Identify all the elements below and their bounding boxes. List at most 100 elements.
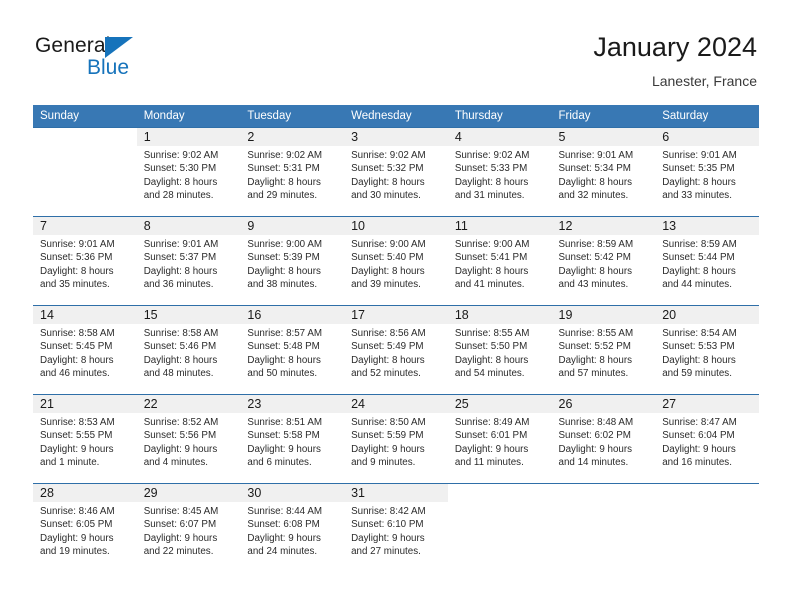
day-number [552,484,656,502]
day-cell[interactable]: 19 Sunrise: 8:55 AM Sunset: 5:52 PM Dayli… [551,305,656,395]
day-cell[interactable]: 11 Sunrise: 9:00 AM Sunset: 5:41 PM Dayli… [447,216,552,306]
day-cell[interactable]: 20 Sunrise: 8:54 AM Sunset: 5:53 PM Dayli… [655,305,759,395]
logo-flag-icon [105,37,133,58]
day-cell-inner: 25 Sunrise: 8:49 AM Sunset: 6:01 PM Dayli… [447,395,552,483]
day-cell[interactable]: 26 Sunrise: 8:48 AM Sunset: 6:02 PM Dayli… [551,394,656,484]
sun-info-text [552,502,656,505]
day-number: 15 [136,306,241,324]
sun-info-text: Sunrise: 8:55 AM Sunset: 5:52 PM Dayligh… [558,328,634,380]
day-cell-inner: 1 Sunrise: 9:02 AM Sunset: 5:30 PM Daylig… [136,128,241,216]
day-number: 16 [240,306,345,324]
calendar-body: 1 Sunrise: 9:02 AM Sunset: 5:30 PM Daylig… [33,127,759,572]
day-number: 18 [447,306,552,324]
sun-info-text: Sunrise: 8:42 AM Sunset: 6:10 PM Dayligh… [351,506,426,558]
sun-info-text: Sunrise: 8:58 AM Sunset: 5:45 PM Dayligh… [40,328,115,380]
sun-info-text: Sunrise: 9:02 AM Sunset: 5:32 PM Dayligh… [351,150,426,202]
day-cell-inner: 4 Sunrise: 9:02 AM Sunset: 5:33 PM Daylig… [447,128,552,216]
day-cell-empty [655,483,759,572]
day-cell-inner: 16 Sunrise: 8:57 AM Sunset: 5:48 PM Dayli… [240,306,345,394]
sun-info-text: Sunrise: 8:48 AM Sunset: 6:02 PM Dayligh… [558,417,634,469]
sun-info-text: Sunrise: 8:51 AM Sunset: 5:58 PM Dayligh… [247,417,323,469]
day-cell[interactable]: 25 Sunrise: 8:49 AM Sunset: 6:01 PM Dayli… [447,394,552,484]
day-number: 11 [447,217,552,235]
day-number: 13 [655,217,759,235]
day-cell-inner: 14 Sunrise: 8:58 AM Sunset: 5:45 PM Dayli… [33,306,137,394]
day-cell-inner: 8 Sunrise: 9:01 AM Sunset: 5:37 PM Daylig… [136,217,241,305]
day-number [448,484,552,502]
day-cell-inner: 24 Sunrise: 8:50 AM Sunset: 5:59 PM Dayli… [344,395,448,483]
day-cell[interactable]: 22 Sunrise: 8:52 AM Sunset: 5:56 PM Dayli… [136,394,241,484]
day-cell[interactable]: 17 Sunrise: 8:56 AM Sunset: 5:49 PM Dayli… [344,305,448,395]
day-cell[interactable]: 21 Sunrise: 8:53 AM Sunset: 5:55 PM Dayli… [33,394,137,484]
sun-info-text: Sunrise: 9:01 AM Sunset: 5:35 PM Dayligh… [662,150,737,202]
day-cell[interactable]: 15 Sunrise: 8:58 AM Sunset: 5:46 PM Dayli… [136,305,241,395]
day-cell[interactable]: 30 Sunrise: 8:44 AM Sunset: 6:08 PM Dayli… [240,483,345,572]
day-cell[interactable]: 8 Sunrise: 9:01 AM Sunset: 5:37 PM Daylig… [136,216,241,306]
sun-info-text: Sunrise: 8:56 AM Sunset: 5:49 PM Dayligh… [351,328,426,380]
page-subtitle-location: Lanester, France [651,73,757,89]
sun-info-text: Sunrise: 8:49 AM Sunset: 6:01 PM Dayligh… [454,417,530,469]
day-number: 5 [551,128,656,146]
weekday-header-thursday: Thursday [447,105,552,128]
day-cell[interactable]: 2 Sunrise: 9:02 AM Sunset: 5:31 PM Daylig… [240,127,345,217]
day-cell-inner: 19 Sunrise: 8:55 AM Sunset: 5:52 PM Dayli… [551,306,656,394]
sun-info-text: Sunrise: 8:54 AM Sunset: 5:53 PM Dayligh… [662,328,737,380]
day-cell[interactable]: 1 Sunrise: 9:02 AM Sunset: 5:30 PM Daylig… [136,127,241,217]
calendar-table: Sunday Monday Tuesday Wednesday Thursday Frid… [33,105,759,572]
day-cell[interactable]: 5 Sunrise: 9:01 AM Sunset: 5:34 PM Daylig… [551,127,656,217]
day-number: 19 [551,306,656,324]
day-cell[interactable]: 31 Sunrise: 8:42 AM Sunset: 6:10 PM Dayli… [344,483,448,572]
day-cell-inner: 18 Sunrise: 8:55 AM Sunset: 5:50 PM Dayli… [447,306,552,394]
day-cell-inner: 11 Sunrise: 9:00 AM Sunset: 5:41 PM Dayli… [447,217,552,305]
logo-text-general: General [35,34,111,57]
day-cell[interactable]: 12 Sunrise: 8:59 AM Sunset: 5:42 PM Dayli… [551,216,656,306]
day-cell-inner: 31 Sunrise: 8:42 AM Sunset: 6:10 PM Dayli… [344,484,448,572]
day-cell[interactable]: 27 Sunrise: 8:47 AM Sunset: 6:04 PM Dayli… [655,394,759,484]
day-number: 30 [240,484,345,502]
day-cell[interactable]: 28 Sunrise: 8:46 AM Sunset: 6:05 PM Dayli… [33,483,137,572]
day-cell-inner: 3 Sunrise: 9:02 AM Sunset: 5:32 PM Daylig… [344,128,448,216]
calendar-week-row: 1 Sunrise: 9:02 AM Sunset: 5:30 PM Daylig… [33,127,759,217]
day-cell[interactable]: 3 Sunrise: 9:02 AM Sunset: 5:32 PM Daylig… [344,127,448,217]
day-number: 29 [136,484,241,502]
calendar-week-row: 21 Sunrise: 8:53 AM Sunset: 5:55 PM Dayli… [33,394,759,484]
sun-info-text: Sunrise: 8:50 AM Sunset: 5:59 PM Dayligh… [351,417,426,469]
day-cell-inner [448,484,552,572]
day-cell[interactable]: 13 Sunrise: 8:59 AM Sunset: 5:44 PM Dayli… [655,216,759,306]
day-number: 21 [33,395,137,413]
day-number: 20 [655,306,759,324]
day-number: 7 [33,217,137,235]
day-cell[interactable]: 4 Sunrise: 9:02 AM Sunset: 5:33 PM Daylig… [447,127,552,217]
weekday-header-sunday: Sunday [33,105,137,128]
day-cell[interactable]: 10 Sunrise: 9:00 AM Sunset: 5:40 PM Dayli… [344,216,448,306]
day-cell[interactable]: 6 Sunrise: 9:01 AM Sunset: 5:35 PM Daylig… [655,127,759,217]
day-cell[interactable]: 24 Sunrise: 8:50 AM Sunset: 5:59 PM Dayli… [344,394,448,484]
day-cell[interactable]: 18 Sunrise: 8:55 AM Sunset: 5:50 PM Dayli… [447,305,552,395]
day-number: 23 [240,395,345,413]
sun-info-text: Sunrise: 9:00 AM Sunset: 5:41 PM Dayligh… [454,239,530,291]
sun-info-text: Sunrise: 8:46 AM Sunset: 6:05 PM Dayligh… [40,506,115,558]
day-cell[interactable]: 14 Sunrise: 8:58 AM Sunset: 5:45 PM Dayli… [33,305,137,395]
day-cell-inner: 29 Sunrise: 8:45 AM Sunset: 6:07 PM Dayli… [136,484,241,572]
day-cell[interactable]: 23 Sunrise: 8:51 AM Sunset: 5:58 PM Dayli… [240,394,345,484]
day-cell[interactable]: 7 Sunrise: 9:01 AM Sunset: 5:36 PM Daylig… [33,216,137,306]
day-cell-inner: 13 Sunrise: 8:59 AM Sunset: 5:44 PM Dayli… [655,217,759,305]
sun-info-text: Sunrise: 9:00 AM Sunset: 5:39 PM Dayligh… [247,239,323,291]
day-cell[interactable]: 16 Sunrise: 8:57 AM Sunset: 5:48 PM Dayli… [240,305,345,395]
calendar-grid: Sunday Monday Tuesday Wednesday Thursday Frid… [33,105,759,572]
weekday-header-saturday: Saturday [655,105,759,128]
day-number: 31 [344,484,448,502]
day-cell-inner [552,484,656,572]
weekday-header-wednesday: Wednesday [344,105,448,128]
logo-text-blue: Blue [87,56,130,79]
day-number: 28 [33,484,137,502]
day-cell[interactable]: 9 Sunrise: 9:00 AM Sunset: 5:39 PM Daylig… [240,216,345,306]
day-cell-inner: 17 Sunrise: 8:56 AM Sunset: 5:49 PM Dayli… [344,306,448,394]
day-cell-inner: 21 Sunrise: 8:53 AM Sunset: 5:55 PM Dayli… [33,395,137,483]
day-number: 27 [655,395,759,413]
day-cell-inner: 2 Sunrise: 9:02 AM Sunset: 5:31 PM Daylig… [240,128,345,216]
day-number: 12 [551,217,656,235]
sun-info-text: Sunrise: 9:01 AM Sunset: 5:37 PM Dayligh… [143,239,219,291]
day-cell[interactable]: 29 Sunrise: 8:45 AM Sunset: 6:07 PM Dayli… [136,483,241,572]
day-number: 14 [33,306,137,324]
